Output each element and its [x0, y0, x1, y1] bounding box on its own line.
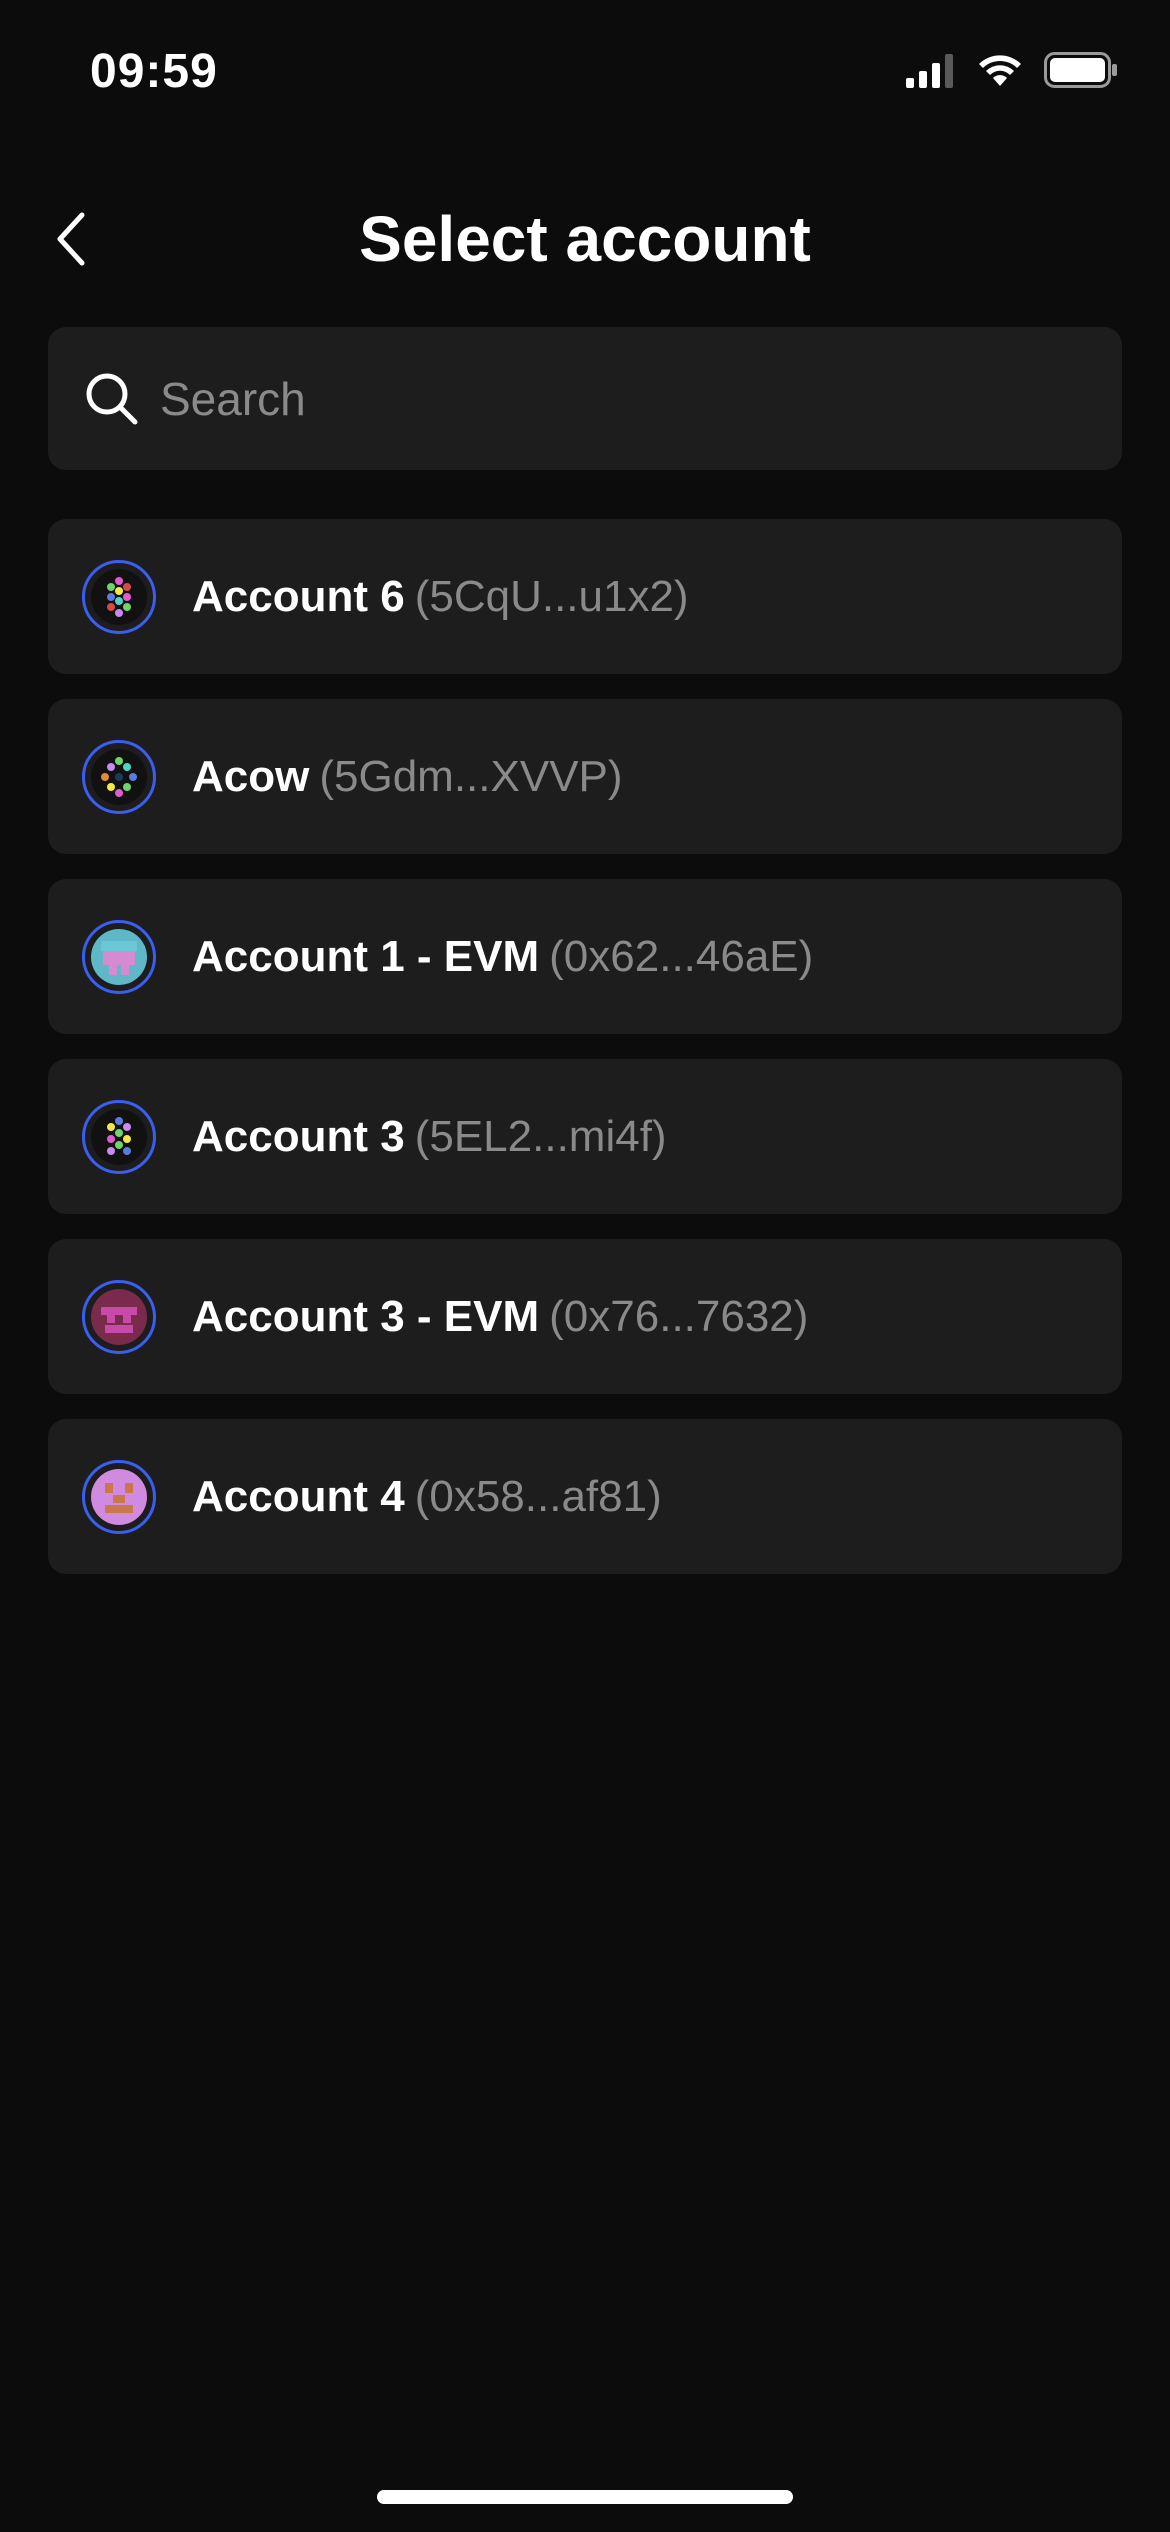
page-title: Select account	[359, 203, 811, 275]
account-address: (5Gdm...XVVP)	[319, 751, 623, 801]
wifi-icon	[976, 52, 1024, 93]
account-name: Account 3 - EVM	[192, 1291, 540, 1341]
account-avatar	[82, 1459, 156, 1534]
account-avatar	[82, 559, 156, 634]
account-name: Account 6	[192, 571, 405, 621]
search-icon	[84, 371, 140, 427]
account-address: (0x62...46aE)	[549, 931, 814, 981]
status-icons	[906, 52, 1118, 93]
account-avatar	[82, 1279, 156, 1354]
account-item[interactable]: Account 1 - EVM (0x62...46aE)	[48, 879, 1122, 1034]
account-name: Account 1 - EVM	[192, 931, 540, 981]
header: Select account	[0, 190, 1170, 290]
account-name: Account 3	[192, 1111, 405, 1161]
account-address: (0x76...7632)	[549, 1291, 809, 1341]
account-avatar	[82, 1099, 156, 1174]
account-item[interactable]: Account 3 (5EL2...mi4f)	[48, 1059, 1122, 1214]
status-time: 09:59	[90, 45, 218, 98]
battery-icon	[1044, 52, 1118, 93]
account-address: (0x58...af81)	[414, 1471, 662, 1521]
account-address: (5EL2...mi4f)	[414, 1111, 667, 1161]
status-bar: 09:59	[0, 0, 1170, 150]
account-item[interactable]: Account 3 - EVM (0x76...7632)	[48, 1239, 1122, 1394]
account-avatar	[82, 739, 156, 814]
home-indicator	[377, 2490, 793, 2504]
search-input[interactable]	[160, 327, 1122, 470]
account-item[interactable]: Account 4 (0x58...af81)	[48, 1419, 1122, 1574]
account-item[interactable]: Acow (5Gdm...XVVP)	[48, 699, 1122, 854]
account-avatar	[82, 919, 156, 994]
cellular-signal-icon	[906, 52, 956, 93]
account-name: Acow	[192, 751, 310, 801]
account-name: Account 4	[192, 1471, 405, 1521]
search-box[interactable]	[48, 327, 1122, 470]
account-address: (5CqU...u1x2)	[414, 571, 689, 621]
account-list: Account 6 (5CqU...u1x2) Acow (5Gdm...XVV…	[48, 519, 1122, 1599]
account-item[interactable]: Account 6 (5CqU...u1x2)	[48, 519, 1122, 674]
